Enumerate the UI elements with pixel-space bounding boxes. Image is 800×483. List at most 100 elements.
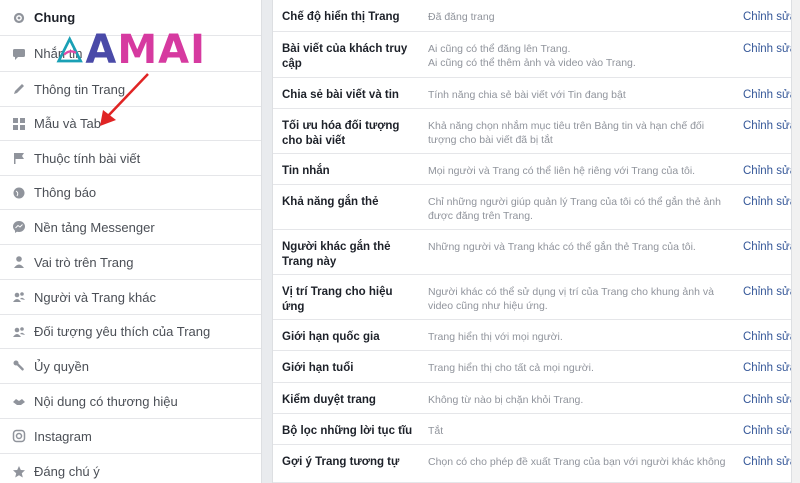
logo-wordmark: AMAI — [85, 27, 206, 73]
pencil-icon — [12, 82, 26, 96]
sidebar-item[interactable]: Vai trò trên Trang — [0, 245, 261, 280]
settings-row: Kiểm duyệt trang Không từ nào bị chặn khỏ… — [273, 383, 791, 414]
setting-description: Tắt — [428, 424, 728, 438]
edit-link[interactable]: Chỉnh sửa — [743, 361, 791, 376]
setting-name: Gợi ý Trang tương tự — [282, 456, 400, 468]
sidebar-item[interactable]: Nội dung có thương hiệu — [0, 384, 261, 419]
setting-description: Mọi người và Trang có thể liên hệ riêng … — [428, 164, 728, 178]
scrollbar[interactable] — [792, 0, 800, 483]
edit-link[interactable]: Chỉnh sửa — [743, 119, 791, 134]
setting-description-line: Chọn có cho phép đề xuất Trang của bạn v… — [428, 456, 726, 468]
setting-description-line: Đã đăng trang — [428, 11, 495, 23]
setting-description: Những người và Trang khác có thể gắn thẻ… — [428, 240, 728, 254]
settings-row: Bộ lọc những lời tục tĩu Tắt Chỉnh sửa — [273, 414, 791, 445]
setting-description-line: Mọi người và Trang có thể liên hệ riêng … — [428, 165, 696, 177]
setting-description-line: Những người và Trang khác có thể gắn thẻ… — [428, 241, 696, 253]
setting-name: Giới hạn quốc gia — [282, 331, 380, 343]
setting-description-line: video cũng như hiệu ứng. — [428, 300, 548, 312]
sidebar-item[interactable]: Thuộc tính bài viết — [0, 141, 261, 176]
edit-link[interactable]: Chỉnh sửa — [743, 42, 791, 57]
setting-description: Đã đăng trang — [428, 10, 728, 24]
sidebar-item-label: Instagram — [34, 428, 92, 444]
sidebar-item[interactable]: Thông báo — [0, 176, 261, 210]
gear-icon — [12, 11, 26, 25]
setting-description-line: Chỉ những người giúp quản lý Trang của t… — [428, 196, 721, 208]
setting-description-line: Trang hiển thị cho tất cả mọi người. — [428, 362, 594, 374]
setting-description: Khả năng chọn nhắm mục tiêu trên Bảng ti… — [428, 119, 728, 147]
people-icon — [12, 325, 26, 339]
setting-name: Tối ưu hóa đối tượng cho bài viết — [282, 120, 400, 147]
sidebar-item[interactable]: Nền tảng Messenger — [0, 210, 261, 245]
setting-description: Ai cũng có thể đăng lên Trang. Ai cũng có… — [428, 42, 728, 70]
flag-icon — [12, 151, 26, 165]
settings-row: Giới hạn quốc gia Trang hiển thị với mọi … — [273, 320, 791, 351]
edit-link[interactable]: Chỉnh sửa — [743, 330, 791, 345]
setting-description-line: Ai cũng có thể đăng lên Trang. — [428, 43, 571, 55]
sidebar-item[interactable]: Ủy quyền — [0, 349, 261, 384]
edit-link[interactable]: Chỉnh sửa — [743, 10, 791, 25]
settings-row: Vị trí Trang cho hiệu ứng Người khác có t… — [273, 275, 791, 320]
edit-link[interactable]: Chỉnh sửa — [743, 455, 791, 470]
sidebar-item[interactable]: Instagram — [0, 419, 261, 454]
sidebar-item-label: Thông báo — [34, 185, 97, 200]
globe-icon — [12, 186, 26, 200]
grid-icon — [12, 117, 26, 131]
setting-description: Chỉ những người giúp quản lý Trang của t… — [428, 195, 728, 223]
edit-link[interactable]: Chỉnh sửa — [743, 240, 791, 255]
settings-row: Tin nhắn Mọi người và Trang có thể liên h… — [273, 154, 791, 185]
annotation-arrow — [100, 73, 149, 126]
setting-name: Chia sẻ bài viết và tin — [282, 89, 399, 101]
setting-description-line: Người khác có thể sử dụng vị trí của Tra… — [428, 286, 714, 298]
instagram-icon — [12, 429, 26, 443]
edit-link[interactable]: Chỉnh sửa — [743, 164, 791, 179]
setting-description-line: Ai cũng có thể thêm ảnh và video vào Tra… — [428, 57, 636, 69]
edit-link[interactable]: Chỉnh sửa — [743, 88, 791, 103]
edit-link[interactable]: Chỉnh sửa — [743, 285, 791, 300]
setting-name: Khả năng gắn thẻ — [282, 196, 379, 208]
setting-description-line: Trang hiển thị với mọi người. — [428, 331, 563, 343]
sidebar-item-label: Chung — [34, 10, 76, 25]
people-icon — [12, 290, 26, 304]
settings-row: Chia sẻ bài viết và tin Tính năng chia sẻ… — [273, 78, 791, 109]
setting-description: Không từ nào bị chặn khỏi Trang. — [428, 393, 728, 407]
person-icon — [12, 255, 26, 269]
sidebar-item-label: Thuộc tính bài viết — [34, 150, 141, 166]
setting-description-line: Tính năng chia sẻ bài viết với Tin đang … — [428, 89, 626, 101]
sidebar-item-label: Ủy quyền — [34, 358, 89, 374]
setting-name: Tin nhắn — [282, 165, 330, 177]
setting-name: Giới hạn tuổi — [282, 362, 354, 374]
setting-description: Tính năng chia sẻ bài viết với Tin đang … — [428, 88, 728, 102]
setting-description: Chọn có cho phép đề xuất Trang của bạn v… — [428, 455, 728, 469]
edit-link[interactable]: Chỉnh sửa — [743, 195, 791, 210]
setting-description-line: tượng cho bài viết đã bị tắt — [428, 134, 553, 146]
setting-name: Vị trí Trang cho hiệu ứng — [282, 286, 393, 313]
handshake-icon — [12, 394, 26, 408]
sidebar-item[interactable]: Đáng chú ý — [0, 454, 261, 483]
setting-description: Trang hiển thị cho tất cả mọi người. — [428, 361, 728, 375]
settings-row: Tối ưu hóa đối tượng cho bài viết Khả năn… — [273, 109, 791, 154]
settings-row: Chế độ hiển thị Trang Đã đăng trang Chỉnh … — [273, 0, 791, 32]
setting-name: Người khác gắn thẻ Trang này — [282, 241, 391, 268]
logo-emblem-icon — [56, 35, 83, 63]
message-icon — [12, 47, 26, 61]
sidebar-item-label: Đáng chú ý — [34, 464, 100, 479]
sidebar-item-label: Vai trò trên Trang — [34, 254, 134, 270]
settings-row: Gợi ý Trang tương tự Chọn có cho phép đề … — [273, 445, 791, 483]
setting-description: Trang hiển thị với mọi người. — [428, 330, 728, 344]
settings-row: Giới hạn tuổi Trang hiển thị cho tất cả m… — [273, 351, 791, 383]
settings-row: Người khác gắn thẻ Trang này Những người … — [273, 230, 791, 275]
edit-link[interactable]: Chỉnh sửa — [743, 424, 791, 439]
setting-name: Bài viết của khách truy cập — [282, 43, 408, 70]
sidebar-item-label: Nội dung có thương hiệu — [34, 393, 178, 409]
settings-panel: Chế độ hiển thị Trang Đã đăng trang Chỉnh … — [272, 0, 792, 483]
sidebar-item[interactable]: Người và Trang khác — [0, 280, 261, 315]
setting-name: Chế độ hiển thị Trang — [282, 11, 400, 23]
setting-description-line: được đăng trên Trang. — [428, 210, 533, 222]
setting-name: Bộ lọc những lời tục tĩu — [282, 425, 413, 437]
sidebar-item[interactable]: Đối tượng yêu thích của Trang — [0, 315, 261, 349]
wrench-icon — [12, 359, 26, 373]
settings-row: Khả năng gắn thẻ Chỉ những người giúp quả… — [273, 185, 791, 230]
setting-description: Người khác có thể sử dụng vị trí của Tra… — [428, 285, 728, 313]
edit-link[interactable]: Chỉnh sửa — [743, 393, 791, 408]
sidebar-item-label: Nền tảng Messenger — [34, 219, 155, 235]
